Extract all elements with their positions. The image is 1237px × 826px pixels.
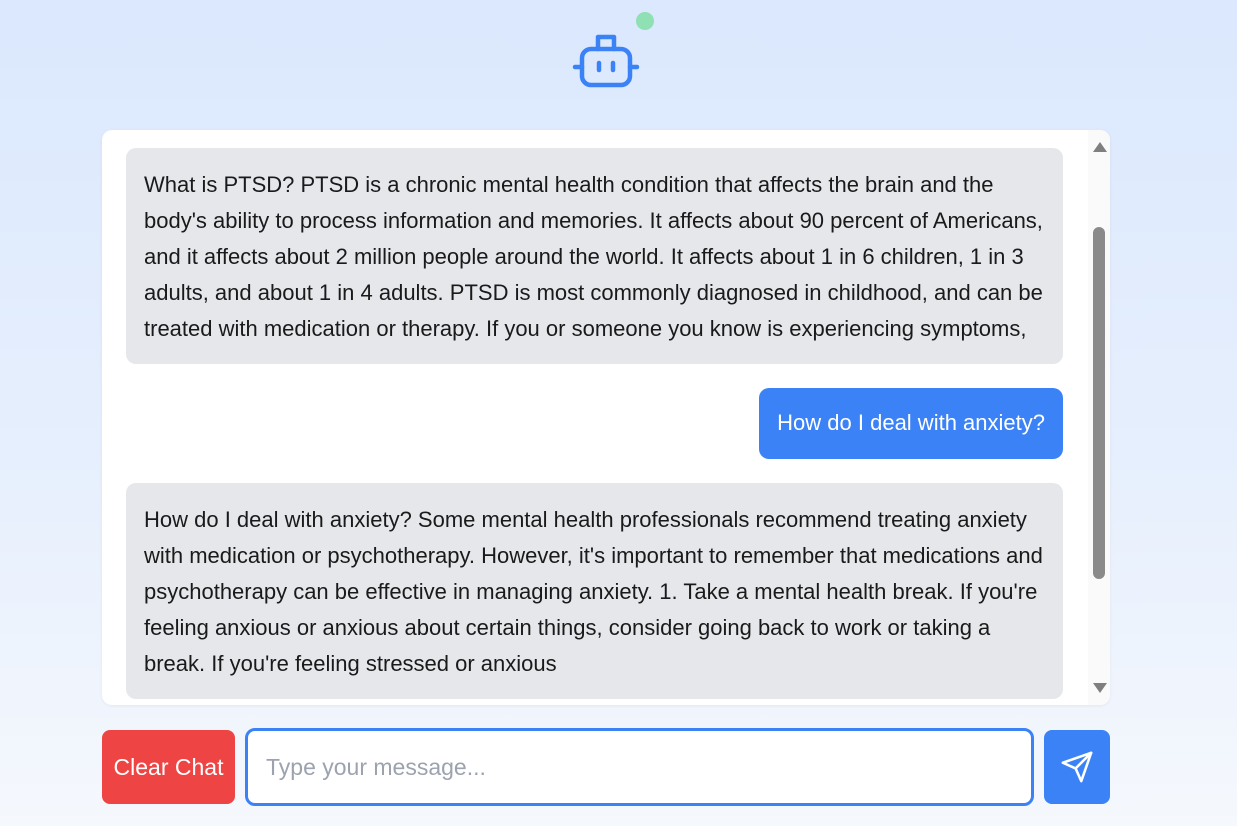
- user-message: How do I deal with anxiety?: [759, 388, 1063, 459]
- message-list: What is PTSD? PTSD is a chronic mental h…: [126, 148, 1063, 705]
- clear-chat-button[interactable]: Clear Chat: [102, 730, 235, 804]
- scroll-up-arrow-icon[interactable]: [1093, 142, 1107, 152]
- message-input[interactable]: [245, 728, 1034, 806]
- send-icon: [1061, 751, 1093, 783]
- scroll-down-arrow-icon[interactable]: [1093, 683, 1107, 693]
- composer-bar: Clear Chat: [102, 728, 1110, 806]
- chat-scrollbar[interactable]: [1088, 130, 1110, 705]
- user-message-row: How do I deal with anxiety?: [126, 388, 1063, 459]
- send-button[interactable]: [1044, 730, 1110, 804]
- online-status-dot: [636, 12, 654, 30]
- robot-icon: [572, 34, 640, 88]
- scroll-thumb[interactable]: [1093, 227, 1105, 579]
- chat-header: [0, 0, 1237, 120]
- chat-window: What is PTSD? PTSD is a chronic mental h…: [102, 130, 1110, 705]
- bot-message: How do I deal with anxiety? Some mental …: [126, 483, 1063, 699]
- bot-message: What is PTSD? PTSD is a chronic mental h…: [126, 148, 1063, 364]
